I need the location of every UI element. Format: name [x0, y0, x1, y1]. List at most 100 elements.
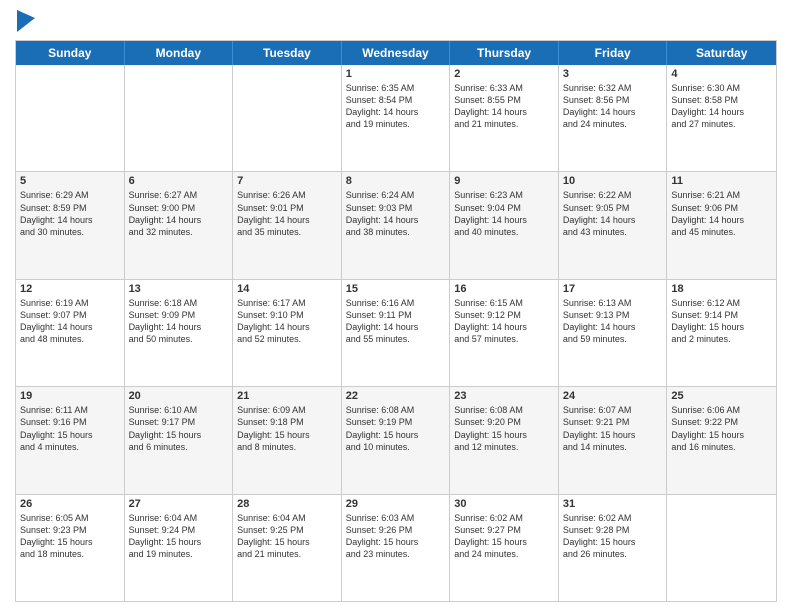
- calendar-cell: 28 Sunrise: 6:04 AM Sunset: 9:25 PM Dayli…: [233, 495, 342, 601]
- calendar-header-cell: Wednesday: [342, 41, 451, 65]
- calendar-cell: 23Sunrise: 6:08 AM Sunset: 9:20 PM Dayli…: [450, 387, 559, 493]
- calendar-body: 1Sunrise: 6:35 AM Sunset: 8:54 PM Daylig…: [16, 65, 776, 601]
- day-number: 29: [346, 498, 446, 510]
- day-number: 17: [563, 283, 663, 295]
- day-number: 13: [129, 283, 229, 295]
- cell-info: Sunrise: 6:07 AM Sunset: 9:21 PM Dayligh…: [563, 404, 663, 453]
- logo: [15, 10, 39, 32]
- calendar-cell: 4 Sunrise: 6:30 AM Sunset: 8:58 PM Daylig…: [667, 65, 776, 171]
- cell-info: Sunrise: 6:02 AM Sunset: 9:28 PM Dayligh…: [563, 512, 663, 561]
- calendar-cell: 29 Sunrise: 6:03 AM Sunset: 9:26 PM Dayli…: [342, 495, 451, 601]
- day-number: 9: [454, 175, 554, 187]
- calendar-week-row: 19Sunrise: 6:11 AM Sunset: 9:16 PM Dayli…: [16, 387, 776, 494]
- calendar-cell: 21 Sunrise: 6:09 AM Sunset: 9:18 PM Dayli…: [233, 387, 342, 493]
- calendar-cell: 5 Sunrise: 6:29 AM Sunset: 8:59 PM Daylig…: [16, 172, 125, 278]
- calendar-header-cell: Tuesday: [233, 41, 342, 65]
- cell-info: Sunrise: 6:33 AM Sunset: 8:55 PM Dayligh…: [454, 82, 554, 131]
- cell-info: Sunrise: 6:04 AM Sunset: 9:24 PM Dayligh…: [129, 512, 229, 561]
- cell-info: Sunrise: 6:06 AM Sunset: 9:22 PM Dayligh…: [671, 404, 772, 453]
- calendar-cell: 9 Sunrise: 6:23 AM Sunset: 9:04 PM Daylig…: [450, 172, 559, 278]
- calendar-header-cell: Monday: [125, 41, 234, 65]
- day-number: 30: [454, 498, 554, 510]
- calendar-cell: 24 Sunrise: 6:07 AM Sunset: 9:21 PM Dayli…: [559, 387, 668, 493]
- day-number: 25: [671, 390, 772, 402]
- day-number: 18: [671, 283, 772, 295]
- calendar-cell: 6 Sunrise: 6:27 AM Sunset: 9:00 PM Daylig…: [125, 172, 234, 278]
- cell-info: Sunrise: 6:09 AM Sunset: 9:18 PM Dayligh…: [237, 404, 337, 453]
- cell-info: Sunrise: 6:03 AM Sunset: 9:26 PM Dayligh…: [346, 512, 446, 561]
- day-number: 14: [237, 283, 337, 295]
- day-number: 11: [671, 175, 772, 187]
- cell-info: Sunrise: 6:18 AM Sunset: 9:09 PM Dayligh…: [129, 297, 229, 346]
- calendar-cell: [667, 495, 776, 601]
- day-number: 28: [237, 498, 337, 510]
- calendar: SundayMondayTuesdayWednesdayThursdayFrid…: [15, 40, 777, 602]
- day-number: 10: [563, 175, 663, 187]
- cell-info: Sunrise: 6:12 AM Sunset: 9:14 PM Dayligh…: [671, 297, 772, 346]
- day-number: 5: [20, 175, 120, 187]
- cell-info: Sunrise: 6:26 AM Sunset: 9:01 PM Dayligh…: [237, 189, 337, 238]
- calendar-cell: 15 Sunrise: 6:16 AM Sunset: 9:11 PM Dayli…: [342, 280, 451, 386]
- calendar-cell: 11 Sunrise: 6:21 AM Sunset: 9:06 PM Dayli…: [667, 172, 776, 278]
- cell-info: Sunrise: 6:32 AM Sunset: 8:56 PM Dayligh…: [563, 82, 663, 131]
- day-number: 21: [237, 390, 337, 402]
- cell-info: Sunrise: 6:17 AM Sunset: 9:10 PM Dayligh…: [237, 297, 337, 346]
- logo-icon: [17, 10, 35, 32]
- day-number: 31: [563, 498, 663, 510]
- calendar-cell: 10 Sunrise: 6:22 AM Sunset: 9:05 PM Dayli…: [559, 172, 668, 278]
- calendar-cell: 12Sunrise: 6:19 AM Sunset: 9:07 PM Dayli…: [16, 280, 125, 386]
- calendar-cell: [125, 65, 234, 171]
- calendar-cell: 25 Sunrise: 6:06 AM Sunset: 9:22 PM Dayli…: [667, 387, 776, 493]
- day-number: 16: [454, 283, 554, 295]
- calendar-week-row: 12Sunrise: 6:19 AM Sunset: 9:07 PM Dayli…: [16, 280, 776, 387]
- cell-info: Sunrise: 6:02 AM Sunset: 9:27 PM Dayligh…: [454, 512, 554, 561]
- cell-info: Sunrise: 6:11 AM Sunset: 9:16 PM Dayligh…: [20, 404, 120, 453]
- cell-info: Sunrise: 6:29 AM Sunset: 8:59 PM Dayligh…: [20, 189, 120, 238]
- cell-info: Sunrise: 6:16 AM Sunset: 9:11 PM Dayligh…: [346, 297, 446, 346]
- cell-info: Sunrise: 6:10 AM Sunset: 9:17 PM Dayligh…: [129, 404, 229, 453]
- calendar-cell: 8Sunrise: 6:24 AM Sunset: 9:03 PM Daylig…: [342, 172, 451, 278]
- page: SundayMondayTuesdayWednesdayThursdayFrid…: [0, 0, 792, 612]
- calendar-header-cell: Saturday: [667, 41, 776, 65]
- calendar-header-cell: Thursday: [450, 41, 559, 65]
- cell-info: Sunrise: 6:21 AM Sunset: 9:06 PM Dayligh…: [671, 189, 772, 238]
- calendar-cell: 2 Sunrise: 6:33 AM Sunset: 8:55 PM Daylig…: [450, 65, 559, 171]
- cell-info: Sunrise: 6:08 AM Sunset: 9:20 PM Dayligh…: [454, 404, 554, 453]
- cell-info: Sunrise: 6:30 AM Sunset: 8:58 PM Dayligh…: [671, 82, 772, 131]
- day-number: 20: [129, 390, 229, 402]
- day-number: 26: [20, 498, 120, 510]
- cell-info: Sunrise: 6:15 AM Sunset: 9:12 PM Dayligh…: [454, 297, 554, 346]
- calendar-cell: 20 Sunrise: 6:10 AM Sunset: 9:17 PM Dayli…: [125, 387, 234, 493]
- day-number: 2: [454, 68, 554, 80]
- cell-info: Sunrise: 6:05 AM Sunset: 9:23 PM Dayligh…: [20, 512, 120, 561]
- cell-info: Sunrise: 6:23 AM Sunset: 9:04 PM Dayligh…: [454, 189, 554, 238]
- cell-info: Sunrise: 6:08 AM Sunset: 9:19 PM Dayligh…: [346, 404, 446, 453]
- day-number: 7: [237, 175, 337, 187]
- calendar-cell: 16 Sunrise: 6:15 AM Sunset: 9:12 PM Dayli…: [450, 280, 559, 386]
- calendar-cell: 18 Sunrise: 6:12 AM Sunset: 9:14 PM Dayli…: [667, 280, 776, 386]
- cell-info: Sunrise: 6:35 AM Sunset: 8:54 PM Dayligh…: [346, 82, 446, 131]
- day-number: 6: [129, 175, 229, 187]
- day-number: 4: [671, 68, 772, 80]
- calendar-cell: 31 Sunrise: 6:02 AM Sunset: 9:28 PM Dayli…: [559, 495, 668, 601]
- calendar-week-row: 26 Sunrise: 6:05 AM Sunset: 9:23 PM Dayli…: [16, 495, 776, 601]
- calendar-cell: 3 Sunrise: 6:32 AM Sunset: 8:56 PM Daylig…: [559, 65, 668, 171]
- cell-info: Sunrise: 6:24 AM Sunset: 9:03 PM Dayligh…: [346, 189, 446, 238]
- calendar-cell: 22Sunrise: 6:08 AM Sunset: 9:19 PM Dayli…: [342, 387, 451, 493]
- calendar-cell: 13 Sunrise: 6:18 AM Sunset: 9:09 PM Dayli…: [125, 280, 234, 386]
- day-number: 15: [346, 283, 446, 295]
- calendar-cell: [233, 65, 342, 171]
- day-number: 24: [563, 390, 663, 402]
- cell-info: Sunrise: 6:13 AM Sunset: 9:13 PM Dayligh…: [563, 297, 663, 346]
- day-number: 27: [129, 498, 229, 510]
- calendar-week-row: 5 Sunrise: 6:29 AM Sunset: 8:59 PM Daylig…: [16, 172, 776, 279]
- cell-info: Sunrise: 6:22 AM Sunset: 9:05 PM Dayligh…: [563, 189, 663, 238]
- header: [15, 10, 777, 32]
- cell-info: Sunrise: 6:04 AM Sunset: 9:25 PM Dayligh…: [237, 512, 337, 561]
- calendar-cell: 19Sunrise: 6:11 AM Sunset: 9:16 PM Dayli…: [16, 387, 125, 493]
- day-number: 3: [563, 68, 663, 80]
- calendar-cell: 26 Sunrise: 6:05 AM Sunset: 9:23 PM Dayli…: [16, 495, 125, 601]
- calendar-cell: 7 Sunrise: 6:26 AM Sunset: 9:01 PM Daylig…: [233, 172, 342, 278]
- cell-info: Sunrise: 6:27 AM Sunset: 9:00 PM Dayligh…: [129, 189, 229, 238]
- calendar-header-cell: Sunday: [16, 41, 125, 65]
